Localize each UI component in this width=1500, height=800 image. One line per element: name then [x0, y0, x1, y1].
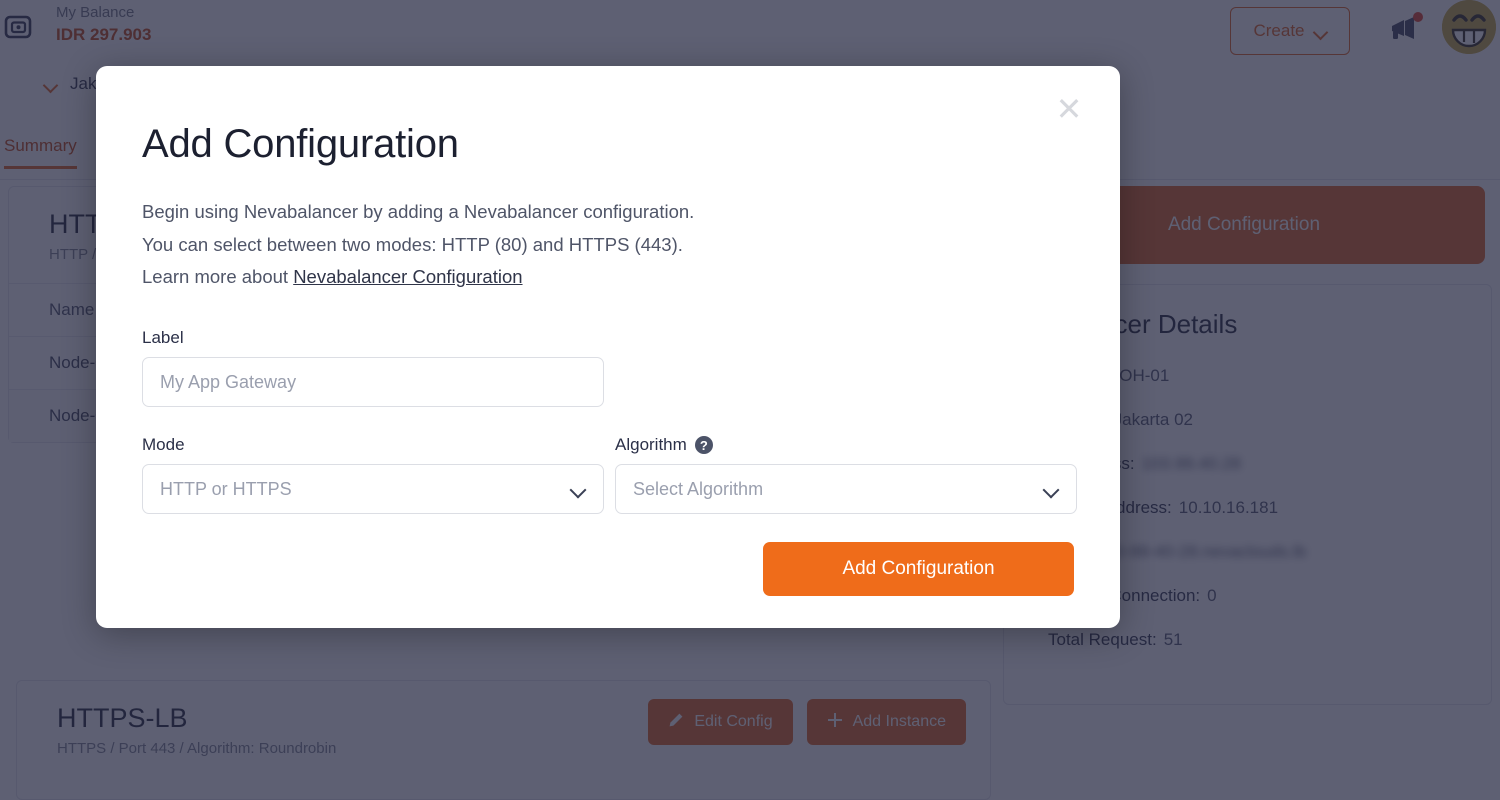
app-root: My Balance IDR 297.903 Create	[0, 0, 1500, 800]
mode-field-label: Mode	[142, 435, 185, 455]
mode-select[interactable]: HTTP or HTTPS HTTP HTTPS	[142, 464, 604, 515]
algorithm-select-wrap: Select Algorithm Roundrobin Leastconn So…	[615, 464, 1077, 515]
algorithm-label-text: Algorithm	[615, 435, 687, 455]
add-configuration-modal: ✕ Add Configuration Begin using Nevabala…	[96, 66, 1120, 628]
mode-field-group: Mode HTTP or HTTPS HTTP HTTPS	[142, 435, 604, 515]
modal-title: Add Configuration	[142, 122, 459, 166]
algorithm-field-group: Algorithm ? Select Algorithm Roundrobin …	[615, 435, 1077, 515]
modal-add-configuration-button[interactable]: Add Configuration	[763, 542, 1074, 597]
label-field-group: Label	[142, 328, 1074, 408]
label-input[interactable]	[142, 357, 604, 408]
modal-desc-line-2: You can select between two modes: HTTP (…	[142, 233, 683, 255]
mode-select-wrap: HTTP or HTTPS HTTP HTTPS	[142, 464, 604, 515]
modal-description: Begin using Nevabalancer by adding a Nev…	[142, 196, 1074, 294]
modal-desc-line-3: Learn more about Nevabalancer Configurat…	[142, 261, 1074, 294]
mode-algorithm-row: Mode HTTP or HTTPS HTTP HTTPS Algorithm …	[142, 435, 1077, 515]
modal-body: Add Configuration Begin using Nevabalanc…	[96, 66, 1120, 597]
label-field-label: Label	[142, 328, 184, 348]
question-mark-icon[interactable]: ?	[694, 436, 713, 455]
modal-desc-line-1: Begin using Nevabalancer by adding a Nev…	[142, 201, 695, 222]
modal-submit-row: Add Configuration	[142, 542, 1074, 597]
algorithm-select[interactable]: Select Algorithm Roundrobin Leastconn So…	[615, 464, 1077, 515]
nevabalancer-configuration-link[interactable]: Nevabalancer Configuration	[293, 266, 522, 287]
close-icon[interactable]: ✕	[1052, 92, 1086, 126]
modal-desc-prefix: Learn more about	[142, 266, 294, 288]
algorithm-field-label: Algorithm ?	[615, 435, 1077, 455]
